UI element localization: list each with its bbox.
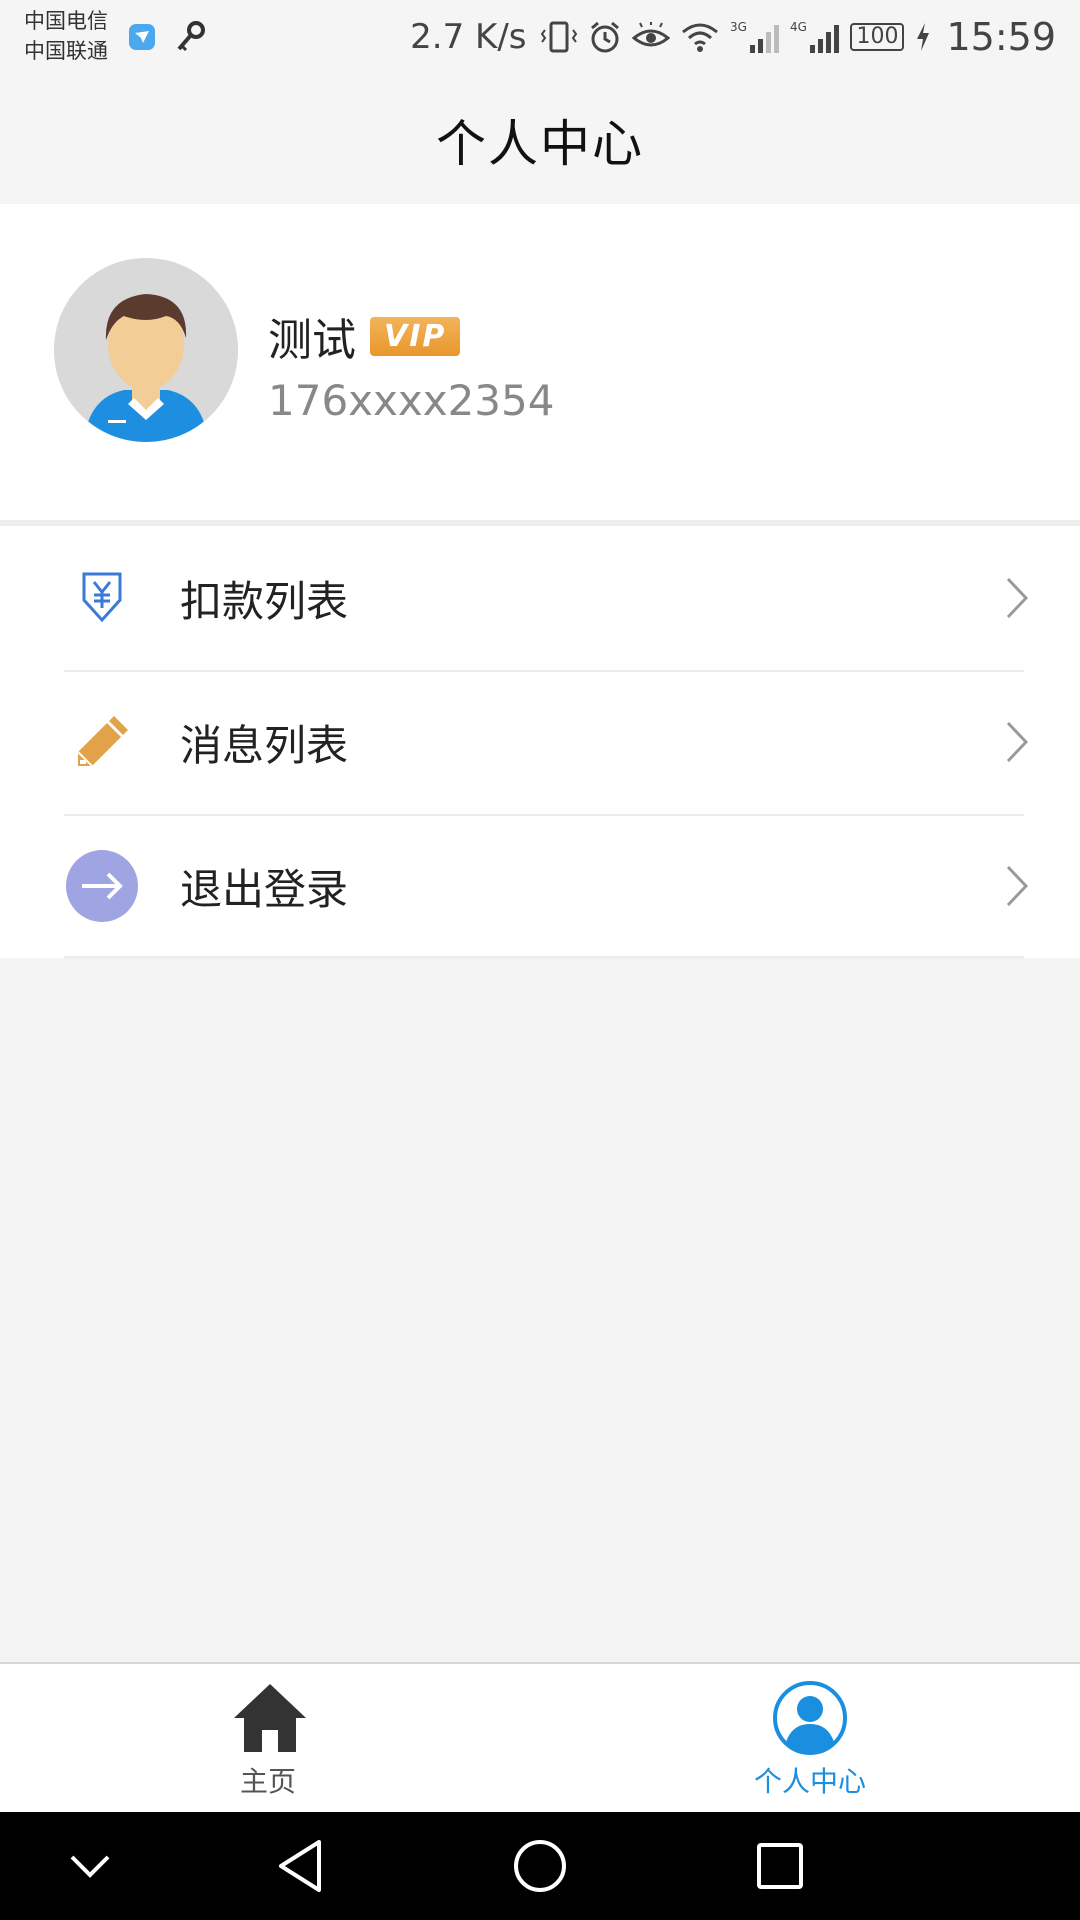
status-left-icons xyxy=(128,20,206,54)
logout-arrow-icon xyxy=(62,846,142,926)
signal-3g-icon: 3G xyxy=(730,20,780,53)
menu-item-deduction-list[interactable]: 扣款列表 xyxy=(0,526,1080,670)
user-phone: 176xxxx2354 xyxy=(268,376,555,425)
user-name-row: 测试 VIP xyxy=(268,304,461,368)
tab-home-label: 主页 xyxy=(239,1765,296,1798)
chevron-down-icon xyxy=(70,1855,110,1878)
back-triangle-icon xyxy=(279,1840,321,1892)
carrier-info: 中国电信 中国联通 xyxy=(24,6,108,66)
tab-profile-label: 个人中心 xyxy=(753,1765,866,1798)
app-notification-icon xyxy=(129,24,155,50)
carrier-1: 中国电信 xyxy=(24,9,108,33)
nav-bar: 个人中心 xyxy=(0,76,1080,204)
carrier-2: 中国联通 xyxy=(24,39,108,63)
system-nav-bar xyxy=(0,1812,1080,1920)
menu-item-message-list[interactable]: 消息列表 xyxy=(0,670,1080,814)
battery-indicator: 100 xyxy=(850,23,905,51)
avatar[interactable] xyxy=(54,258,238,442)
page-title: 个人中心 xyxy=(436,115,644,173)
tab-home[interactable]: 主页 xyxy=(0,1664,540,1814)
tab-bar: 主页 个人中心 xyxy=(0,1662,1080,1812)
eye-icon xyxy=(632,22,671,47)
user-circle-icon xyxy=(773,1681,847,1755)
back-button[interactable] xyxy=(268,1834,332,1898)
network-speed: 2.7 K/s xyxy=(410,17,527,57)
key-icon xyxy=(177,21,205,52)
signal-4g-icon: 4G xyxy=(790,20,840,53)
signal-4g-label: 4G xyxy=(790,20,807,34)
charging-icon xyxy=(917,23,930,51)
status-bar: 中国电信 中国联通 2.7 K/s 3G 4G 100 15:59 xyxy=(0,0,1080,76)
wifi-icon xyxy=(682,23,719,52)
menu-item-label: 扣款列表 xyxy=(180,576,349,626)
menu-item-label: 退出登录 xyxy=(180,864,349,914)
home-circle-icon xyxy=(514,1840,566,1892)
recents-square-icon xyxy=(757,1843,803,1889)
signal-3g-label: 3G xyxy=(730,20,747,34)
screen: 中国电信 中国联通 2.7 K/s 3G 4G 100 15:59 个人中心 测… xyxy=(0,0,1080,1920)
menu-list: 扣款列表 消息列表 退出登录 xyxy=(0,526,1080,958)
clock: 15:59 xyxy=(946,15,1056,59)
home-button[interactable] xyxy=(508,1834,572,1898)
alarm-icon xyxy=(591,21,620,53)
chevron-right-icon xyxy=(1006,577,1029,619)
collapse-button[interactable] xyxy=(58,1834,122,1898)
pencil-icon xyxy=(62,702,142,782)
home-icon xyxy=(234,1684,306,1752)
avatar-illustration xyxy=(54,258,238,442)
profile-card[interactable]: 测试 VIP 176xxxx2354 xyxy=(0,204,1080,520)
user-name: 测试 xyxy=(268,315,356,366)
tab-profile[interactable]: 个人中心 xyxy=(540,1664,1080,1814)
status-right: 2.7 K/s 3G 4G 100 15:59 xyxy=(410,14,1056,60)
yuan-download-icon xyxy=(62,558,142,638)
menu-item-label: 消息列表 xyxy=(180,720,349,770)
vibrate-icon xyxy=(541,21,578,53)
chevron-right-icon xyxy=(1006,721,1029,763)
recents-button[interactable] xyxy=(748,1834,812,1898)
chevron-right-icon xyxy=(1006,865,1029,907)
menu-item-logout[interactable]: 退出登录 xyxy=(0,814,1080,958)
vip-badge: VIP xyxy=(370,316,461,356)
